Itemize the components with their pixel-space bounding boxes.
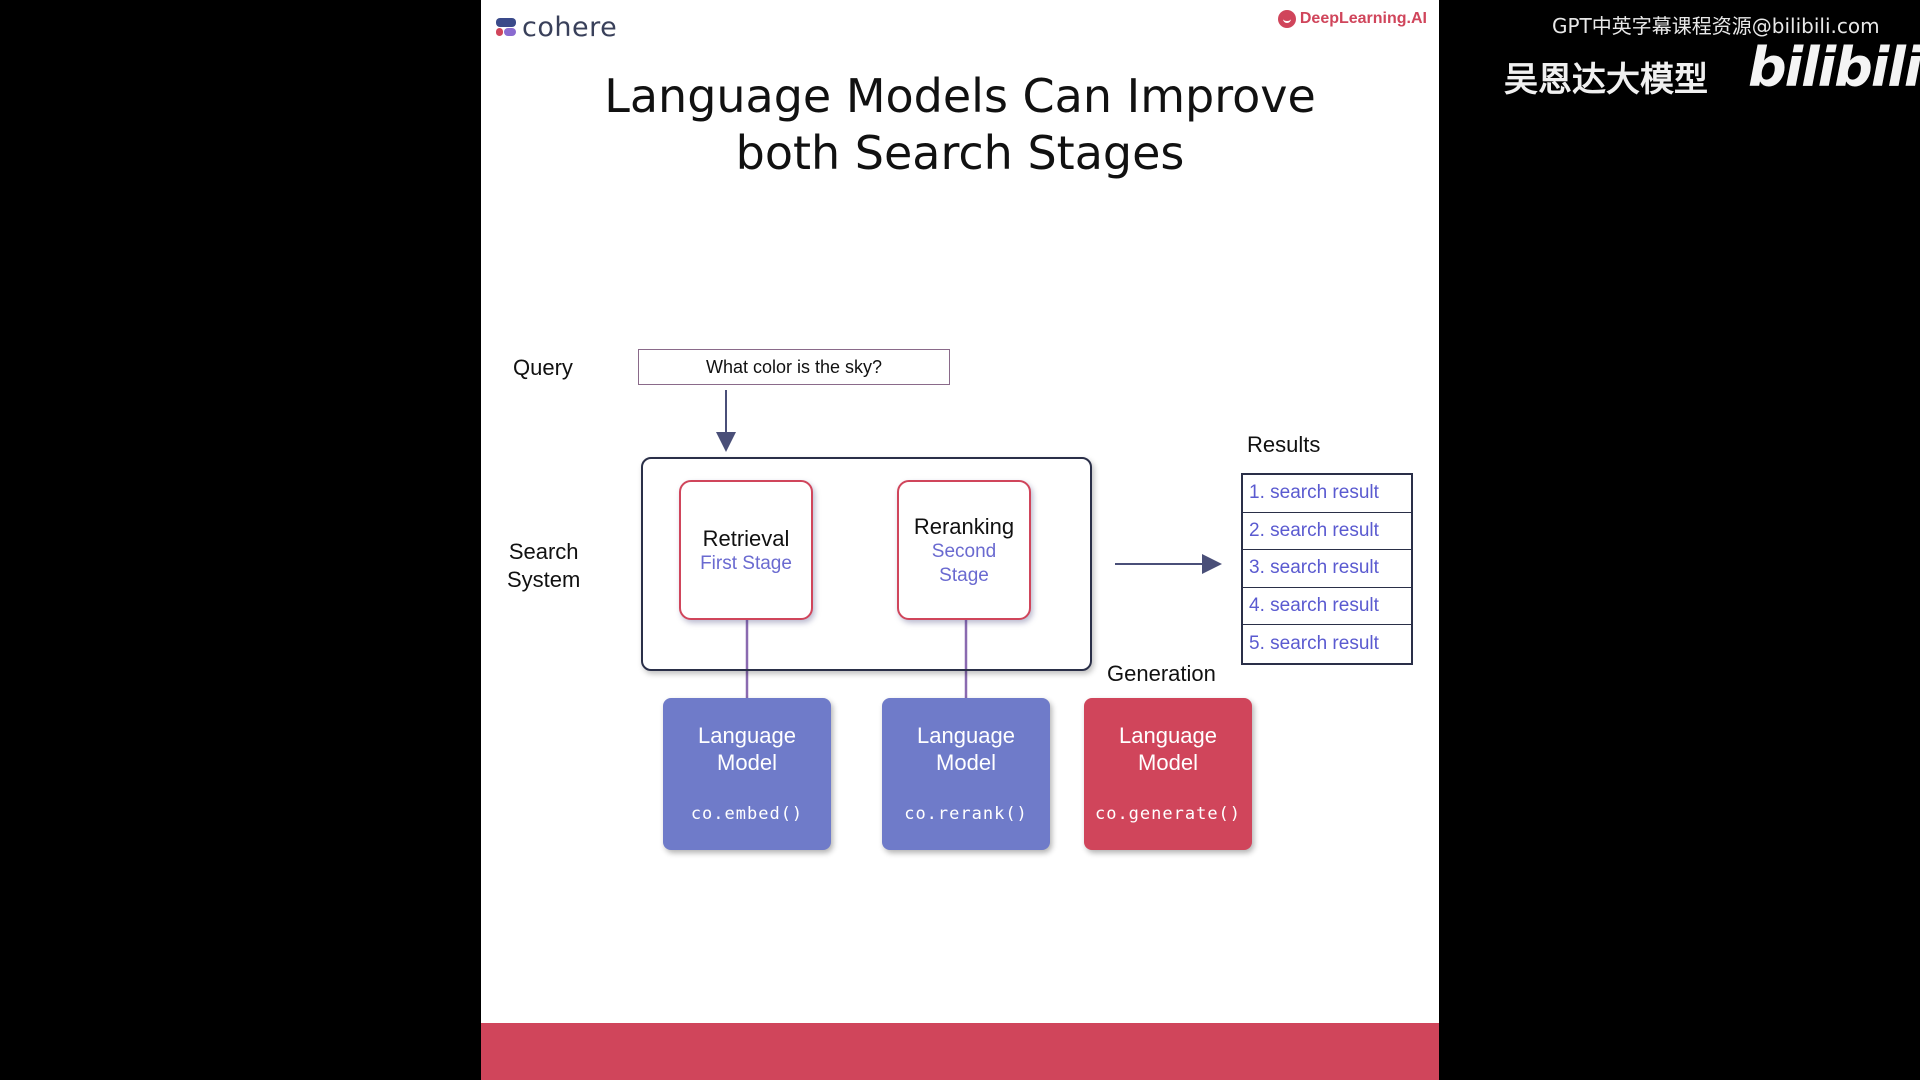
query-box: What color is the sky? [638,349,950,385]
rerank-language-model-card: Language Model co.rerank() [882,698,1050,850]
generate-model-name-line-2: Model [1138,750,1198,775]
generate-model-code: co.generate() [1094,804,1242,824]
search-system-label-line-2: System [507,567,581,592]
bilibili-watermark-text: GPT中英字幕课程资源@bilibili.com [1552,14,1880,38]
channel-name-watermark: 吴恩达大模型 [1504,60,1708,100]
retrieval-stage-subtitle: First Stage [700,553,792,574]
query-label: Query [513,355,573,380]
embed-language-model-card: Language Model co.embed() [663,698,831,850]
rerank-model-code: co.rerank() [904,804,1028,824]
result-item: 5. search result [1249,633,1379,655]
generate-language-model-card: Language Model co.generate() [1084,698,1252,850]
slide: cohere DeepLearning.AI Language Models C… [481,0,1439,1080]
generate-model-name-line-1: Language [1119,723,1217,748]
retrieval-stage-card: Retrieval First Stage [679,480,813,620]
embed-model-code: co.embed() [690,804,804,824]
slide-footer-bar [481,1023,1439,1080]
bilibili-logo: bilibili [1748,36,1920,99]
rerank-model-name-line-2: Model [936,750,996,775]
generate-model-name: Language Model [1084,722,1252,776]
search-system-label-line-1: Search [508,539,579,564]
retrieval-stage-name: Retrieval [702,526,790,551]
result-item: 3. search result [1243,550,1411,588]
reranking-stage-card: Reranking Second Stage [897,480,1031,620]
results-list: 1. search result 2. search result 3. sea… [1241,473,1413,665]
embed-model-name: Language Model [663,722,831,776]
reranking-stage-subtitle-line-2: Stage [939,565,989,586]
result-item: 2. search result [1243,513,1411,551]
results-label: Results [1247,432,1321,457]
result-item: 1. search result [1243,475,1411,513]
rerank-model-name-line-1: Language [917,723,1015,748]
reranking-stage-name: Reranking [913,514,1015,539]
embed-model-name-line-1: Language [698,723,796,748]
search-system-label: Search System [507,538,580,594]
reranking-stage-subtitle-line-1: Second [931,541,997,562]
result-item: 4. search result [1243,588,1411,626]
rerank-model-name: Language Model [882,722,1050,776]
generation-label: Generation [1107,661,1216,686]
embed-model-name-line-2: Model [717,750,777,775]
